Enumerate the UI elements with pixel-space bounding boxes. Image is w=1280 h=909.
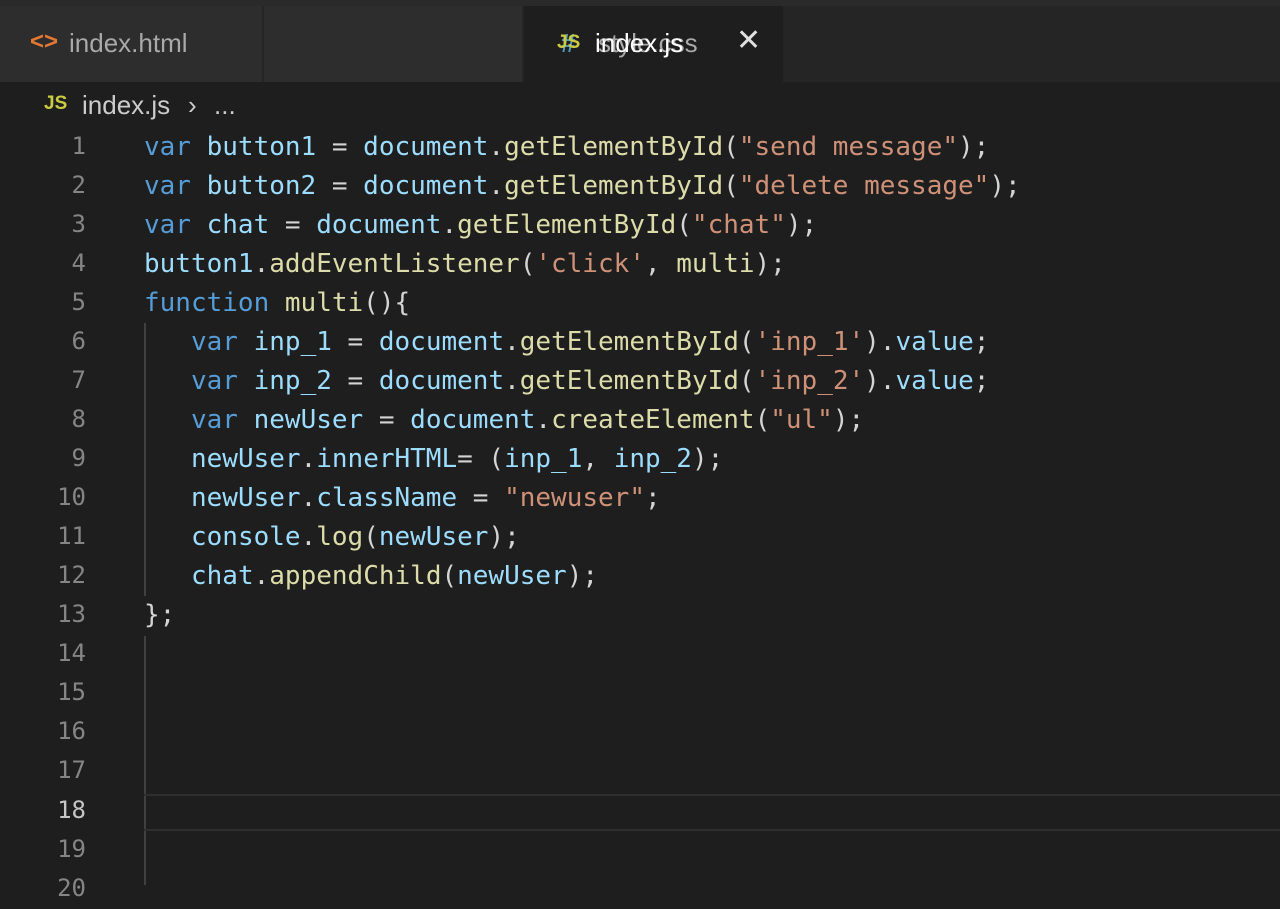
line-number: 7 — [71, 366, 86, 394]
code-line-current[interactable]: 18 — [0, 792, 1280, 831]
js-file-icon: JS — [44, 93, 68, 114]
line-number: 2 — [71, 171, 86, 199]
tab-label: index.js — [595, 28, 684, 58]
line-number: 17 — [57, 756, 86, 784]
line-number: 5 — [71, 288, 86, 316]
line-number: 8 — [71, 405, 86, 433]
html-file-icon: <> — [30, 28, 59, 55]
code-line[interactable]: 2 var button2 = document.getElementById(… — [0, 167, 1280, 206]
chevron-right-icon: › — [188, 90, 197, 120]
line-number: 6 — [71, 327, 86, 355]
code-line[interactable]: 1 var button1 = document.getElementById(… — [0, 128, 1280, 167]
code-line[interactable]: 5 function multi(){ — [0, 284, 1280, 323]
breadcrumb-file[interactable]: index.js — [82, 90, 170, 121]
code-line[interactable]: 6 var inp_1 = document.getElementById('i… — [0, 323, 1280, 362]
line-number: 3 — [71, 210, 86, 238]
line-number: 20 — [57, 874, 86, 902]
close-tab-icon[interactable]: ✕ — [736, 26, 762, 58]
line-number-active: 18 — [57, 796, 86, 824]
code-line[interactable]: 13 }; — [0, 596, 1280, 635]
tab-label: index.html — [69, 28, 188, 58]
code-text: var chat = document.getElementById("chat… — [144, 210, 818, 240]
code-editor[interactable]: 1 var button1 = document.getElementById(… — [0, 128, 1280, 902]
code-line[interactable]: 14 — [0, 635, 1280, 674]
code-line[interactable]: 3 var chat = document.getElementById("ch… — [0, 206, 1280, 245]
code-line[interactable]: 15 — [0, 674, 1280, 713]
code-text: var inp_1 = document.getElementById('inp… — [191, 327, 990, 357]
code-line[interactable]: 9 newUser.innerHTML= (inp_1, inp_2); — [0, 440, 1280, 479]
code-line[interactable]: 16 — [0, 713, 1280, 752]
line-number: 12 — [57, 561, 86, 589]
code-line[interactable]: 12 chat.appendChild(newUser); — [0, 557, 1280, 596]
code-text: var newUser = document.createElement("ul… — [191, 405, 865, 435]
line-number: 4 — [71, 249, 86, 277]
breadcrumb: JS index.js › ... — [0, 82, 1280, 128]
code-line[interactable]: 11 console.log(newUser); — [0, 518, 1280, 557]
line-number: 13 — [57, 600, 86, 628]
line-number: 19 — [57, 835, 86, 863]
line-number: 9 — [71, 444, 86, 472]
line-number: 10 — [57, 483, 86, 511]
line-number: 11 — [57, 522, 86, 550]
code-line[interactable]: 4 button1.addEventListener('click', mult… — [0, 245, 1280, 284]
code-text: button1.addEventListener('click', multi)… — [144, 249, 786, 279]
code-line[interactable]: 20 — [0, 870, 1280, 909]
code-text: var inp_2 = document.getElementById('inp… — [191, 366, 990, 396]
js-file-icon: JS — [557, 32, 581, 53]
tab-style-css[interactable] — [264, 6, 523, 82]
line-number: 1 — [71, 132, 86, 160]
code-text: chat.appendChild(newUser); — [191, 561, 599, 591]
code-line[interactable]: 7 var inp_2 = document.getElementById('i… — [0, 362, 1280, 401]
code-line[interactable]: 17 — [0, 752, 1280, 791]
breadcrumb-symbols[interactable]: ... — [214, 90, 236, 121]
line-number: 15 — [57, 678, 86, 706]
tab-index-html-content[interactable]: <> index.html — [0, 6, 263, 82]
code-line[interactable]: 8 var newUser = document.createElement("… — [0, 401, 1280, 440]
line-number: 14 — [57, 639, 86, 667]
line-number: 16 — [57, 717, 86, 745]
code-text: function multi(){ — [144, 288, 411, 318]
code-text: var button1 = document.getElementById("s… — [144, 132, 990, 162]
code-text: var button2 = document.getElementById("d… — [144, 171, 1021, 201]
code-line[interactable]: 19 — [0, 831, 1280, 870]
editor-tab-bar: <> index.html # style.css JS index.js ✕ — [0, 6, 1280, 82]
code-text: }; — [144, 600, 176, 630]
code-text: newUser.className = "newuser"; — [191, 483, 661, 513]
code-text: newUser.innerHTML= (inp_1, inp_2); — [191, 444, 724, 474]
code-line[interactable]: 10 newUser.className = "newuser"; — [0, 479, 1280, 518]
code-text: console.log(newUser); — [191, 522, 520, 552]
